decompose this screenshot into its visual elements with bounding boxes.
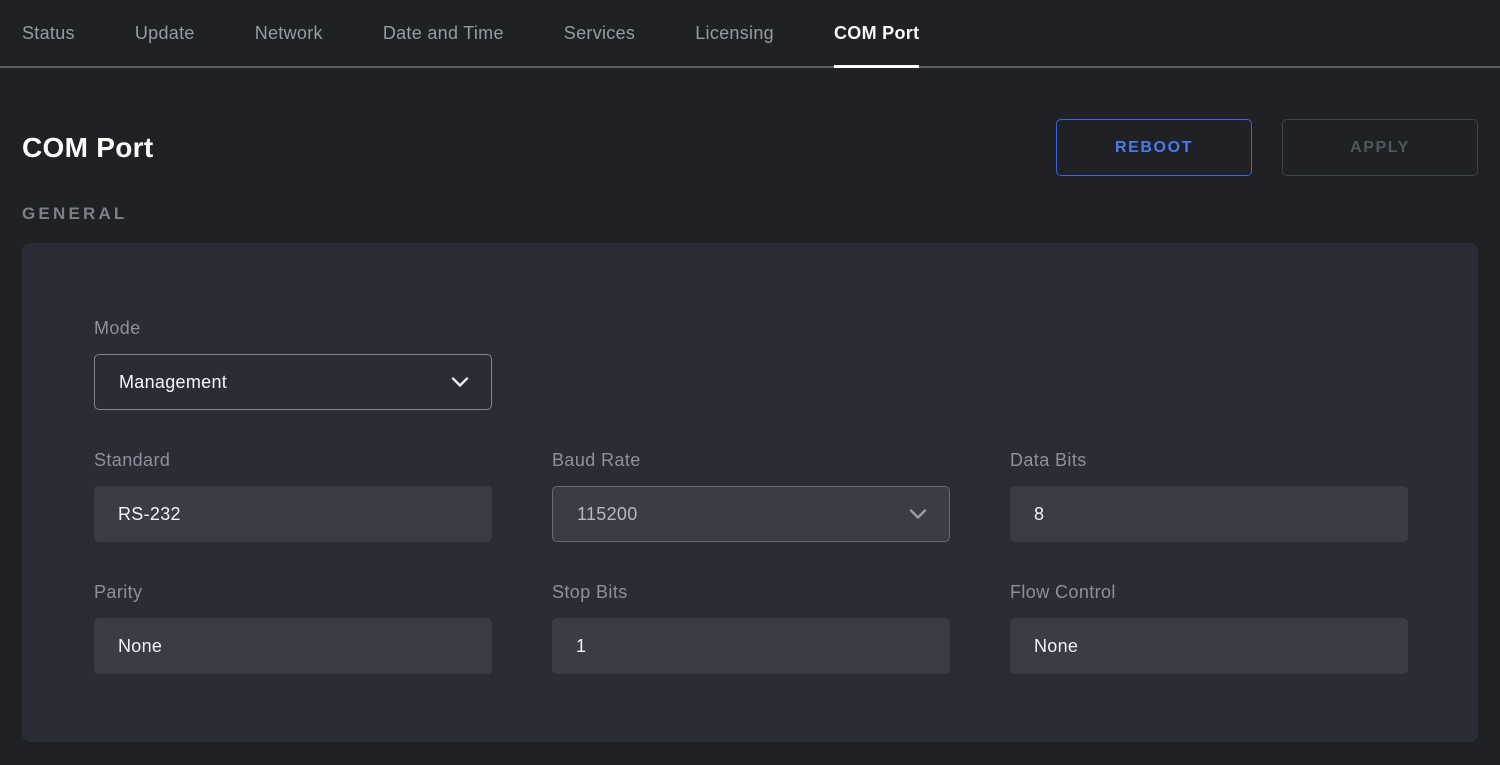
standard-field-group: Standard RS-232 bbox=[94, 450, 492, 542]
tab-services[interactable]: Services bbox=[564, 0, 635, 66]
tab-update[interactable]: Update bbox=[135, 0, 195, 66]
row-spacer bbox=[552, 318, 1408, 410]
baud-rate-label: Baud Rate bbox=[552, 450, 950, 471]
tab-com-port[interactable]: COM Port bbox=[834, 0, 919, 66]
flow-control-label: Flow Control bbox=[1010, 582, 1408, 603]
data-bits-label: Data Bits bbox=[1010, 450, 1408, 471]
mode-label: Mode bbox=[94, 318, 492, 339]
page-header: COM Port REBOOT APPLY bbox=[22, 119, 1478, 176]
com-port-settings-page: COM Port REBOOT APPLY GENERAL Mode Manag… bbox=[0, 119, 1500, 742]
parity-field-group: Parity None bbox=[94, 582, 492, 674]
mode-select[interactable]: Management bbox=[94, 354, 492, 410]
header-actions: REBOOT APPLY bbox=[1056, 119, 1478, 176]
general-settings-card: Mode Management Standard RS-232 Baud Rat… bbox=[22, 243, 1478, 742]
data-bits-field-group: Data Bits 8 bbox=[1010, 450, 1408, 542]
flow-control-field-group: Flow Control None bbox=[1010, 582, 1408, 674]
stop-bits-value: 1 bbox=[576, 636, 586, 657]
mode-select-value: Management bbox=[119, 372, 227, 393]
general-section-label: GENERAL bbox=[22, 204, 1478, 224]
chevron-down-icon bbox=[451, 377, 469, 388]
chevron-down-icon bbox=[909, 509, 927, 520]
stop-bits-field-group: Stop Bits 1 bbox=[552, 582, 950, 674]
flow-control-field[interactable]: None bbox=[1010, 618, 1408, 674]
stop-bits-field[interactable]: 1 bbox=[552, 618, 950, 674]
baud-rate-select[interactable]: 115200 bbox=[552, 486, 950, 542]
apply-button[interactable]: APPLY bbox=[1282, 119, 1478, 176]
tab-network[interactable]: Network bbox=[255, 0, 323, 66]
tab-licensing[interactable]: Licensing bbox=[695, 0, 774, 66]
tab-date-and-time[interactable]: Date and Time bbox=[383, 0, 504, 66]
page-title: COM Port bbox=[22, 132, 154, 164]
com-port-form: Mode Management Standard RS-232 Baud Rat… bbox=[94, 318, 1408, 674]
data-bits-field[interactable]: 8 bbox=[1010, 486, 1408, 542]
standard-label: Standard bbox=[94, 450, 492, 471]
parity-label: Parity bbox=[94, 582, 492, 603]
parity-field[interactable]: None bbox=[94, 618, 492, 674]
parity-value: None bbox=[118, 636, 162, 657]
stop-bits-label: Stop Bits bbox=[552, 582, 950, 603]
standard-value: RS-232 bbox=[118, 504, 181, 525]
data-bits-value: 8 bbox=[1034, 504, 1044, 525]
mode-field-group: Mode Management bbox=[94, 318, 492, 410]
baud-rate-field-group: Baud Rate 115200 bbox=[552, 450, 950, 542]
reboot-button[interactable]: REBOOT bbox=[1056, 119, 1252, 176]
baud-rate-select-value: 115200 bbox=[577, 504, 638, 525]
tab-status[interactable]: Status bbox=[22, 0, 75, 66]
standard-field[interactable]: RS-232 bbox=[94, 486, 492, 542]
settings-tabbar: Status Update Network Date and Time Serv… bbox=[0, 0, 1500, 68]
flow-control-value: None bbox=[1034, 636, 1078, 657]
